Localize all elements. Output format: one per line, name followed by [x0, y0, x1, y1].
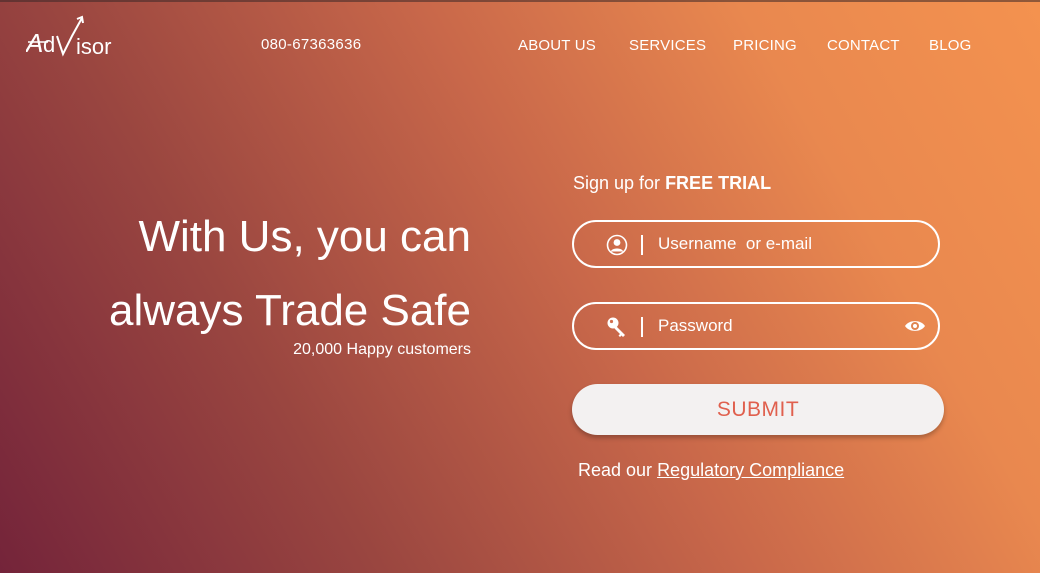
password-separator: [641, 317, 643, 337]
hero-title-line-1: With Us, you can: [138, 212, 471, 261]
user-icon: [606, 234, 628, 256]
compliance-prefix: Read our: [578, 460, 658, 480]
nav-services[interactable]: SERVICES: [629, 37, 706, 54]
signup-heading-bold: FREE TRIAL: [665, 173, 772, 193]
signup-heading-prefix: Sign up for: [573, 173, 666, 193]
username-field[interactable]: [572, 220, 940, 268]
hero-title-line-2: always Trade Safe: [109, 286, 471, 335]
password-field[interactable]: [572, 302, 940, 350]
password-input[interactable]: [658, 312, 898, 340]
eye-icon[interactable]: [904, 318, 926, 334]
nav-contact[interactable]: CONTACT: [827, 37, 900, 54]
key-icon: [606, 316, 628, 338]
compliance-text: Read our Regulatory Compliance: [578, 460, 844, 481]
regulatory-compliance-link[interactable]: Regulatory Compliance: [657, 460, 844, 480]
username-separator: [641, 235, 643, 255]
nav-pricing[interactable]: PRICING: [733, 37, 797, 54]
page: A d isor 080-67363636 ABOUT US SERVICES …: [0, 0, 1040, 573]
top-border: [0, 0, 1040, 2]
nav-about-us[interactable]: ABOUT US: [518, 37, 596, 54]
main-nav: ABOUT US SERVICES PRICING CONTACT BLOG: [0, 37, 1040, 59]
signup-heading: Sign up for FREE TRIAL: [573, 173, 771, 194]
username-input[interactable]: [658, 230, 898, 258]
submit-button[interactable]: SUBMIT: [572, 384, 944, 435]
hero-title: With Us, you can always Trade Safe: [51, 200, 471, 348]
nav-blog[interactable]: BLOG: [929, 37, 971, 54]
hero-subtitle: 20,000 Happy customers: [293, 341, 471, 358]
